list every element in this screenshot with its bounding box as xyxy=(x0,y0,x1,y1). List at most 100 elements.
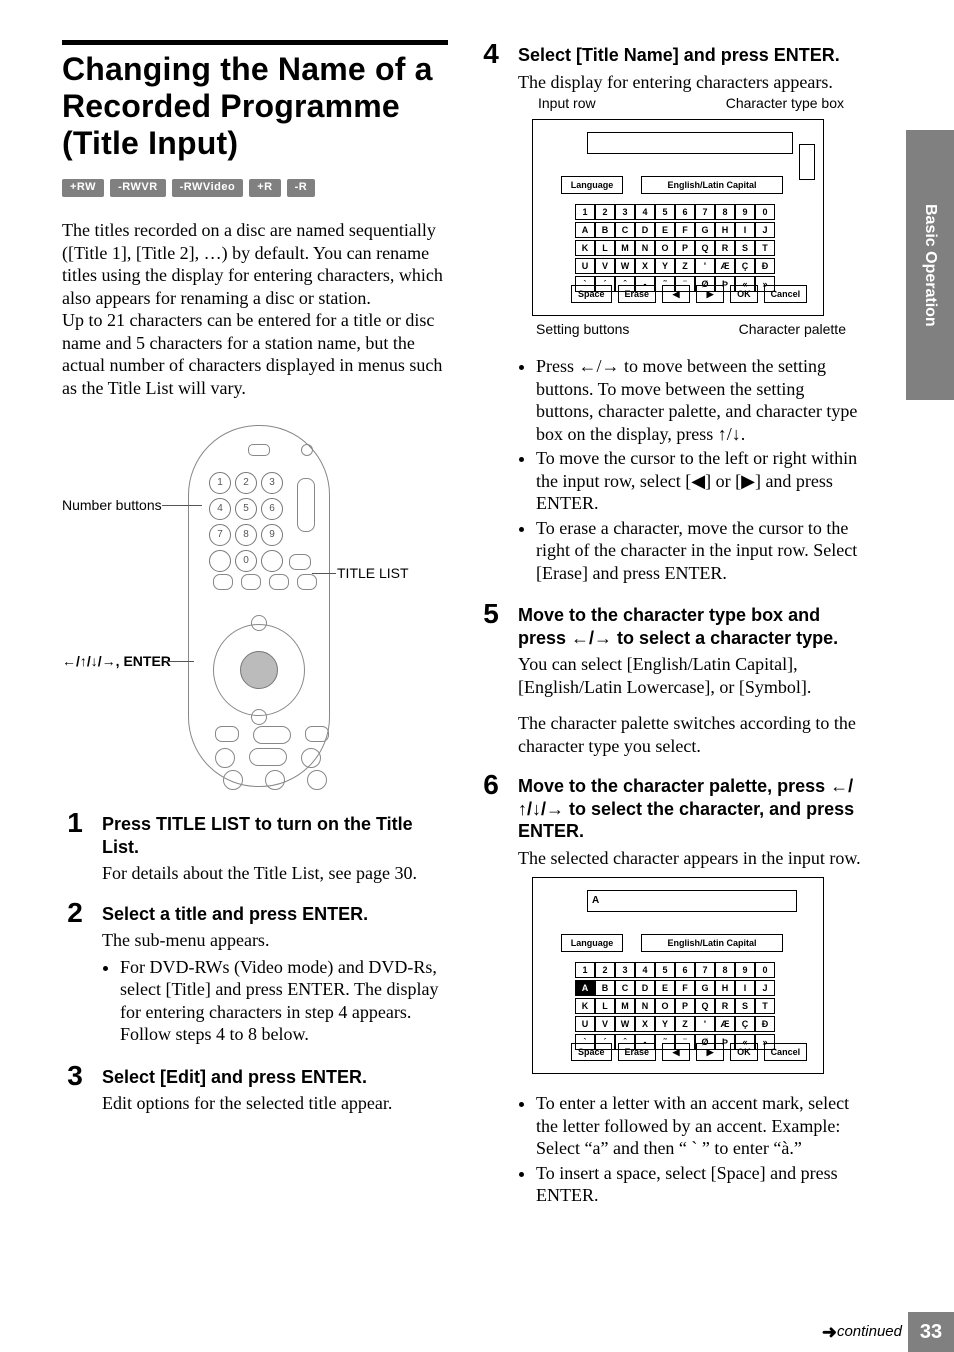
palette-cell: 0 xyxy=(755,962,775,978)
palette-cell: E xyxy=(655,980,675,996)
badge-minus-r: -R xyxy=(287,179,316,197)
fig1-setting-buttons: Space Erase ◀ ▶ OK Cancel xyxy=(571,285,807,303)
fig1-label-input-row: Input row xyxy=(538,95,596,113)
palette-cell: ' xyxy=(695,1016,715,1032)
character-entry-figure-1: Input row Character type box Language En… xyxy=(518,95,864,345)
fig1-label-char-palette: Character palette xyxy=(739,321,846,339)
palette-cell: A xyxy=(575,222,595,238)
palette-cell: 5 xyxy=(655,204,675,220)
step-4-bullet-2: To move the cursor to the left or right … xyxy=(536,447,864,515)
step-1-number: 1 xyxy=(62,809,88,837)
step-1: 1 Press TITLE LIST to turn on the Title … xyxy=(62,809,448,885)
palette-cell: 3 xyxy=(615,962,635,978)
palette-cell: K xyxy=(575,998,595,1014)
step-2-body: The sub-menu appears. xyxy=(102,929,448,952)
step-4-body: The display for entering characters appe… xyxy=(518,71,864,94)
palette-cell: Z xyxy=(675,258,695,274)
step-1-headline: Press TITLE LIST to turn on the Title Li… xyxy=(102,813,448,858)
palette-cell: D xyxy=(635,222,655,238)
step-2: 2 Select a title and press ENTER. The su… xyxy=(62,899,448,1048)
step-4-number: 4 xyxy=(478,40,504,68)
step-6-body: The selected character appears in the in… xyxy=(518,847,864,870)
palette-cell: L xyxy=(595,998,615,1014)
palette-cell: K xyxy=(575,240,595,256)
fig1-cancel-button: Cancel xyxy=(764,285,808,303)
fig1-right-arrow-button: ▶ xyxy=(696,285,724,303)
remote-label-dpad-enter: ←/↑/↓/→, ENTER xyxy=(62,653,182,671)
palette-cell: B xyxy=(595,980,615,996)
palette-cell: I xyxy=(735,980,755,996)
palette-cell: X xyxy=(635,258,655,274)
fig2-right-arrow-button: ▶ xyxy=(696,1043,724,1061)
palette-cell: 6 xyxy=(675,204,695,220)
palette-cell: L xyxy=(595,240,615,256)
palette-cell: 9 xyxy=(735,204,755,220)
palette-cell: J xyxy=(755,222,775,238)
palette-cell: 1 xyxy=(575,962,595,978)
remote-keypad: 123 456 789 0 xyxy=(209,472,283,572)
palette-cell: Y xyxy=(655,1016,675,1032)
step-6-bullet-2: To insert a space, select [Space] and pr… xyxy=(536,1162,864,1207)
fig1-ok-button: OK xyxy=(730,285,758,303)
step-6-bullet-1: To enter a letter with an accent mark, s… xyxy=(536,1092,864,1160)
palette-cell: 2 xyxy=(595,962,615,978)
palette-cell: V xyxy=(595,258,615,274)
step-4: 4 Select [Title Name] and press ENTER. T… xyxy=(478,40,864,586)
palette-cell: 0 xyxy=(755,204,775,220)
step-6-number: 6 xyxy=(478,771,504,799)
badge-plus-rw: +RW xyxy=(62,179,104,197)
fig2-left-arrow-button: ◀ xyxy=(662,1043,690,1061)
remote-label-title-list: TITLE LIST xyxy=(337,565,409,583)
fig1-label-setting-buttons: Setting buttons xyxy=(536,321,629,339)
step-5: 5 Move to the character type box and pre… xyxy=(478,600,864,757)
fig2-input-row: A xyxy=(587,890,797,912)
palette-cell: M xyxy=(615,998,635,1014)
heading-rule xyxy=(62,40,448,45)
palette-cell: R xyxy=(715,240,735,256)
fig1-input-row xyxy=(587,132,793,154)
palette-cell: U xyxy=(575,1016,595,1032)
step-4-bullet-1: Press ←/→ to move between the setting bu… xyxy=(536,355,864,445)
step-3-headline: Select [Edit] and press ENTER. xyxy=(102,1066,448,1089)
fig2-erase-button: Erase xyxy=(618,1043,657,1061)
right-column: 4 Select [Title Name] and press ENTER. T… xyxy=(478,40,864,1292)
step-3-number: 3 xyxy=(62,1062,88,1090)
intro-paragraph-1: The titles recorded on a disc are named … xyxy=(62,219,448,309)
palette-cell: T xyxy=(755,240,775,256)
fig2-language-box: Language xyxy=(561,934,623,952)
fig1-space-button: Space xyxy=(571,285,612,303)
fig2-space-button: Space xyxy=(571,1043,612,1061)
continued-arrow-icon: ➜ xyxy=(822,1321,837,1344)
palette-cell: S xyxy=(735,998,755,1014)
step-3-body: Edit options for the selected title appe… xyxy=(102,1092,448,1115)
continued-label: continued xyxy=(837,1323,902,1342)
palette-cell: 2 xyxy=(595,204,615,220)
palette-cell: Ð xyxy=(755,258,775,274)
badge-rw-vr: -RWVR xyxy=(110,179,166,197)
step-1-body: For details about the Title List, see pa… xyxy=(102,862,448,885)
left-column: Changing the Name of a Recorded Programm… xyxy=(62,40,448,1292)
remote-label-number-buttons: Number buttons xyxy=(62,497,162,515)
palette-cell: Æ xyxy=(715,258,735,274)
palette-cell: 4 xyxy=(635,962,655,978)
palette-cell: R xyxy=(715,998,735,1014)
disc-type-badges: +RW -RWVR -RWVideo +R -R xyxy=(62,179,448,197)
palette-cell: G xyxy=(695,980,715,996)
palette-cell: Q xyxy=(695,240,715,256)
palette-cell: 4 xyxy=(635,204,655,220)
step-5-headline: Move to the character type box and press… xyxy=(518,604,864,649)
palette-cell: 7 xyxy=(695,962,715,978)
palette-cell: N xyxy=(635,998,655,1014)
palette-cell: S xyxy=(735,240,755,256)
character-entry-figure-2: A Language English/Latin Capital 1234567… xyxy=(518,877,864,1082)
intro-paragraph-2: Up to 21 characters can be entered for a… xyxy=(62,309,448,399)
fig2-cancel-button: Cancel xyxy=(764,1043,808,1061)
palette-cell: 9 xyxy=(735,962,755,978)
step-4-headline: Select [Title Name] and press ENTER. xyxy=(518,44,864,67)
palette-cell: 8 xyxy=(715,962,735,978)
palette-cell: Ç xyxy=(735,1016,755,1032)
palette-cell: P xyxy=(675,998,695,1014)
palette-cell: 6 xyxy=(675,962,695,978)
palette-cell: H xyxy=(715,222,735,238)
step-2-number: 2 xyxy=(62,899,88,927)
